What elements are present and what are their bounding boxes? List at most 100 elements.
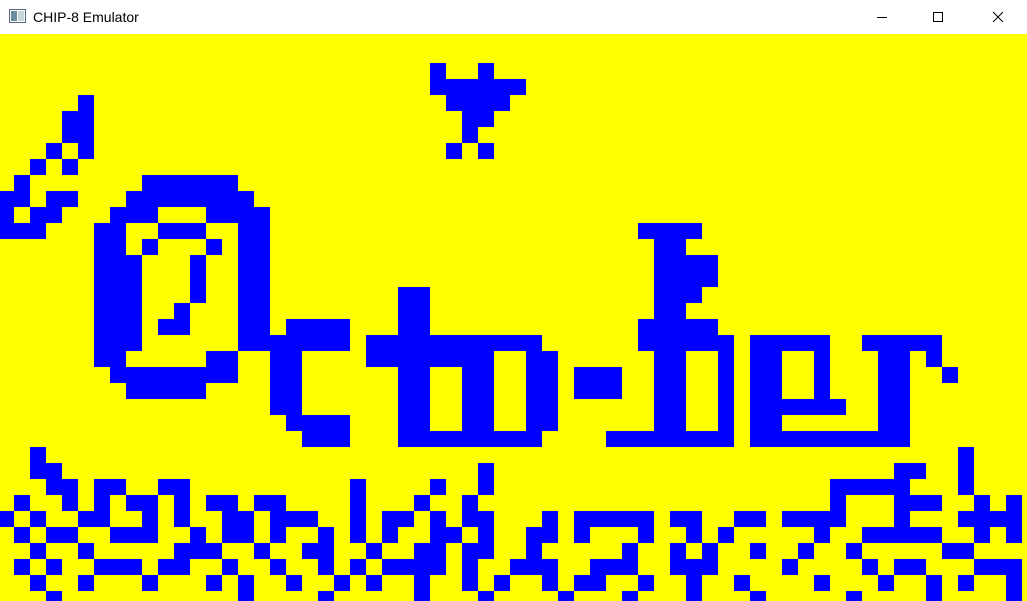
framebuffer-pixel	[462, 367, 478, 383]
framebuffer-pixel	[686, 255, 702, 271]
framebuffer-pixel	[590, 559, 606, 575]
minimize-button[interactable]	[859, 0, 905, 34]
framebuffer-pixel	[686, 431, 702, 447]
framebuffer-pixel	[446, 79, 462, 95]
framebuffer-pixel	[750, 415, 766, 431]
framebuffer-pixel	[526, 543, 542, 559]
framebuffer-pixel	[1006, 495, 1022, 511]
framebuffer-pixel	[654, 351, 670, 367]
close-button[interactable]	[975, 0, 1021, 34]
framebuffer-pixel	[430, 431, 446, 447]
framebuffer-pixel	[318, 559, 334, 575]
framebuffer-pixel	[462, 383, 478, 399]
framebuffer-pixel	[126, 271, 142, 287]
framebuffer-pixel	[638, 511, 654, 527]
framebuffer-pixel	[830, 479, 846, 495]
framebuffer-pixel	[142, 175, 158, 191]
framebuffer-pixel	[1006, 591, 1022, 601]
framebuffer-pixel	[14, 175, 30, 191]
framebuffer-pixel	[750, 511, 766, 527]
framebuffer-pixel	[158, 559, 174, 575]
framebuffer-pixel	[894, 559, 910, 575]
framebuffer-pixel	[238, 191, 254, 207]
emulator-display[interactable]	[0, 34, 1027, 601]
framebuffer-pixel	[366, 575, 382, 591]
title-bar[interactable]: CHIP-8 Emulator	[0, 0, 1027, 34]
framebuffer-pixel	[398, 335, 414, 351]
framebuffer-pixel	[174, 303, 190, 319]
framebuffer-pixel	[110, 319, 126, 335]
framebuffer-pixel	[110, 207, 126, 223]
framebuffer-pixel	[318, 431, 334, 447]
maximize-button[interactable]	[915, 0, 961, 34]
framebuffer-pixel	[414, 495, 430, 511]
framebuffer-pixel	[142, 207, 158, 223]
framebuffer-pixel	[430, 351, 446, 367]
framebuffer-pixel	[94, 271, 110, 287]
framebuffer-pixel	[462, 511, 478, 527]
framebuffer-pixel	[478, 543, 494, 559]
framebuffer-pixel	[894, 495, 910, 511]
framebuffer-pixel	[206, 575, 222, 591]
framebuffer-pixel	[494, 95, 510, 111]
framebuffer-pixel	[510, 335, 526, 351]
framebuffer-pixel	[750, 367, 766, 383]
framebuffer-pixel	[990, 511, 1006, 527]
framebuffer-pixel	[654, 335, 670, 351]
framebuffer-pixel	[798, 431, 814, 447]
framebuffer-pixel	[686, 319, 702, 335]
framebuffer-pixel	[590, 367, 606, 383]
framebuffer-pixel	[638, 223, 654, 239]
framebuffer-pixel	[350, 495, 366, 511]
framebuffer-pixel	[190, 255, 206, 271]
framebuffer-pixel	[398, 511, 414, 527]
framebuffer-pixel	[478, 143, 494, 159]
framebuffer-pixel	[750, 351, 766, 367]
framebuffer-pixel	[670, 223, 686, 239]
framebuffer-pixel	[78, 575, 94, 591]
framebuffer-pixel	[110, 287, 126, 303]
framebuffer-pixel	[190, 543, 206, 559]
framebuffer-pixel	[398, 287, 414, 303]
framebuffer-pixel	[142, 191, 158, 207]
framebuffer-pixel	[158, 367, 174, 383]
framebuffer-pixel	[638, 431, 654, 447]
framebuffer-pixel	[110, 479, 126, 495]
framebuffer-pixel	[318, 591, 334, 601]
framebuffer-pixel	[46, 559, 62, 575]
framebuffer-pixel	[894, 415, 910, 431]
framebuffer-pixel	[766, 367, 782, 383]
framebuffer-pixel	[110, 559, 126, 575]
framebuffer-pixel	[382, 335, 398, 351]
framebuffer-pixel	[382, 351, 398, 367]
framebuffer-pixel	[734, 511, 750, 527]
framebuffer-pixel	[718, 431, 734, 447]
framebuffer-pixel	[814, 575, 830, 591]
framebuffer-pixel	[350, 511, 366, 527]
framebuffer-pixel	[318, 543, 334, 559]
framebuffer-pixel	[142, 575, 158, 591]
framebuffer-pixel	[478, 527, 494, 543]
framebuffer-pixel	[574, 527, 590, 543]
framebuffer-pixel	[190, 175, 206, 191]
framebuffer-pixel	[670, 383, 686, 399]
framebuffer-pixel	[462, 415, 478, 431]
chip8-app-icon	[9, 9, 26, 23]
framebuffer-pixel	[14, 527, 30, 543]
framebuffer-pixel	[622, 543, 638, 559]
framebuffer-pixel	[254, 495, 270, 511]
framebuffer-pixel	[286, 415, 302, 431]
framebuffer-pixel	[878, 335, 894, 351]
close-icon	[992, 11, 1004, 23]
framebuffer-pixel	[382, 559, 398, 575]
minimize-icon	[876, 11, 888, 23]
framebuffer-pixel	[478, 367, 494, 383]
framebuffer-pixel	[222, 207, 238, 223]
framebuffer-pixel	[702, 559, 718, 575]
framebuffer-pixel	[430, 511, 446, 527]
framebuffer-pixel	[270, 399, 286, 415]
framebuffer-pixel	[542, 559, 558, 575]
framebuffer-pixel	[238, 239, 254, 255]
framebuffer-pixel	[878, 527, 894, 543]
framebuffer-pixel	[750, 335, 766, 351]
